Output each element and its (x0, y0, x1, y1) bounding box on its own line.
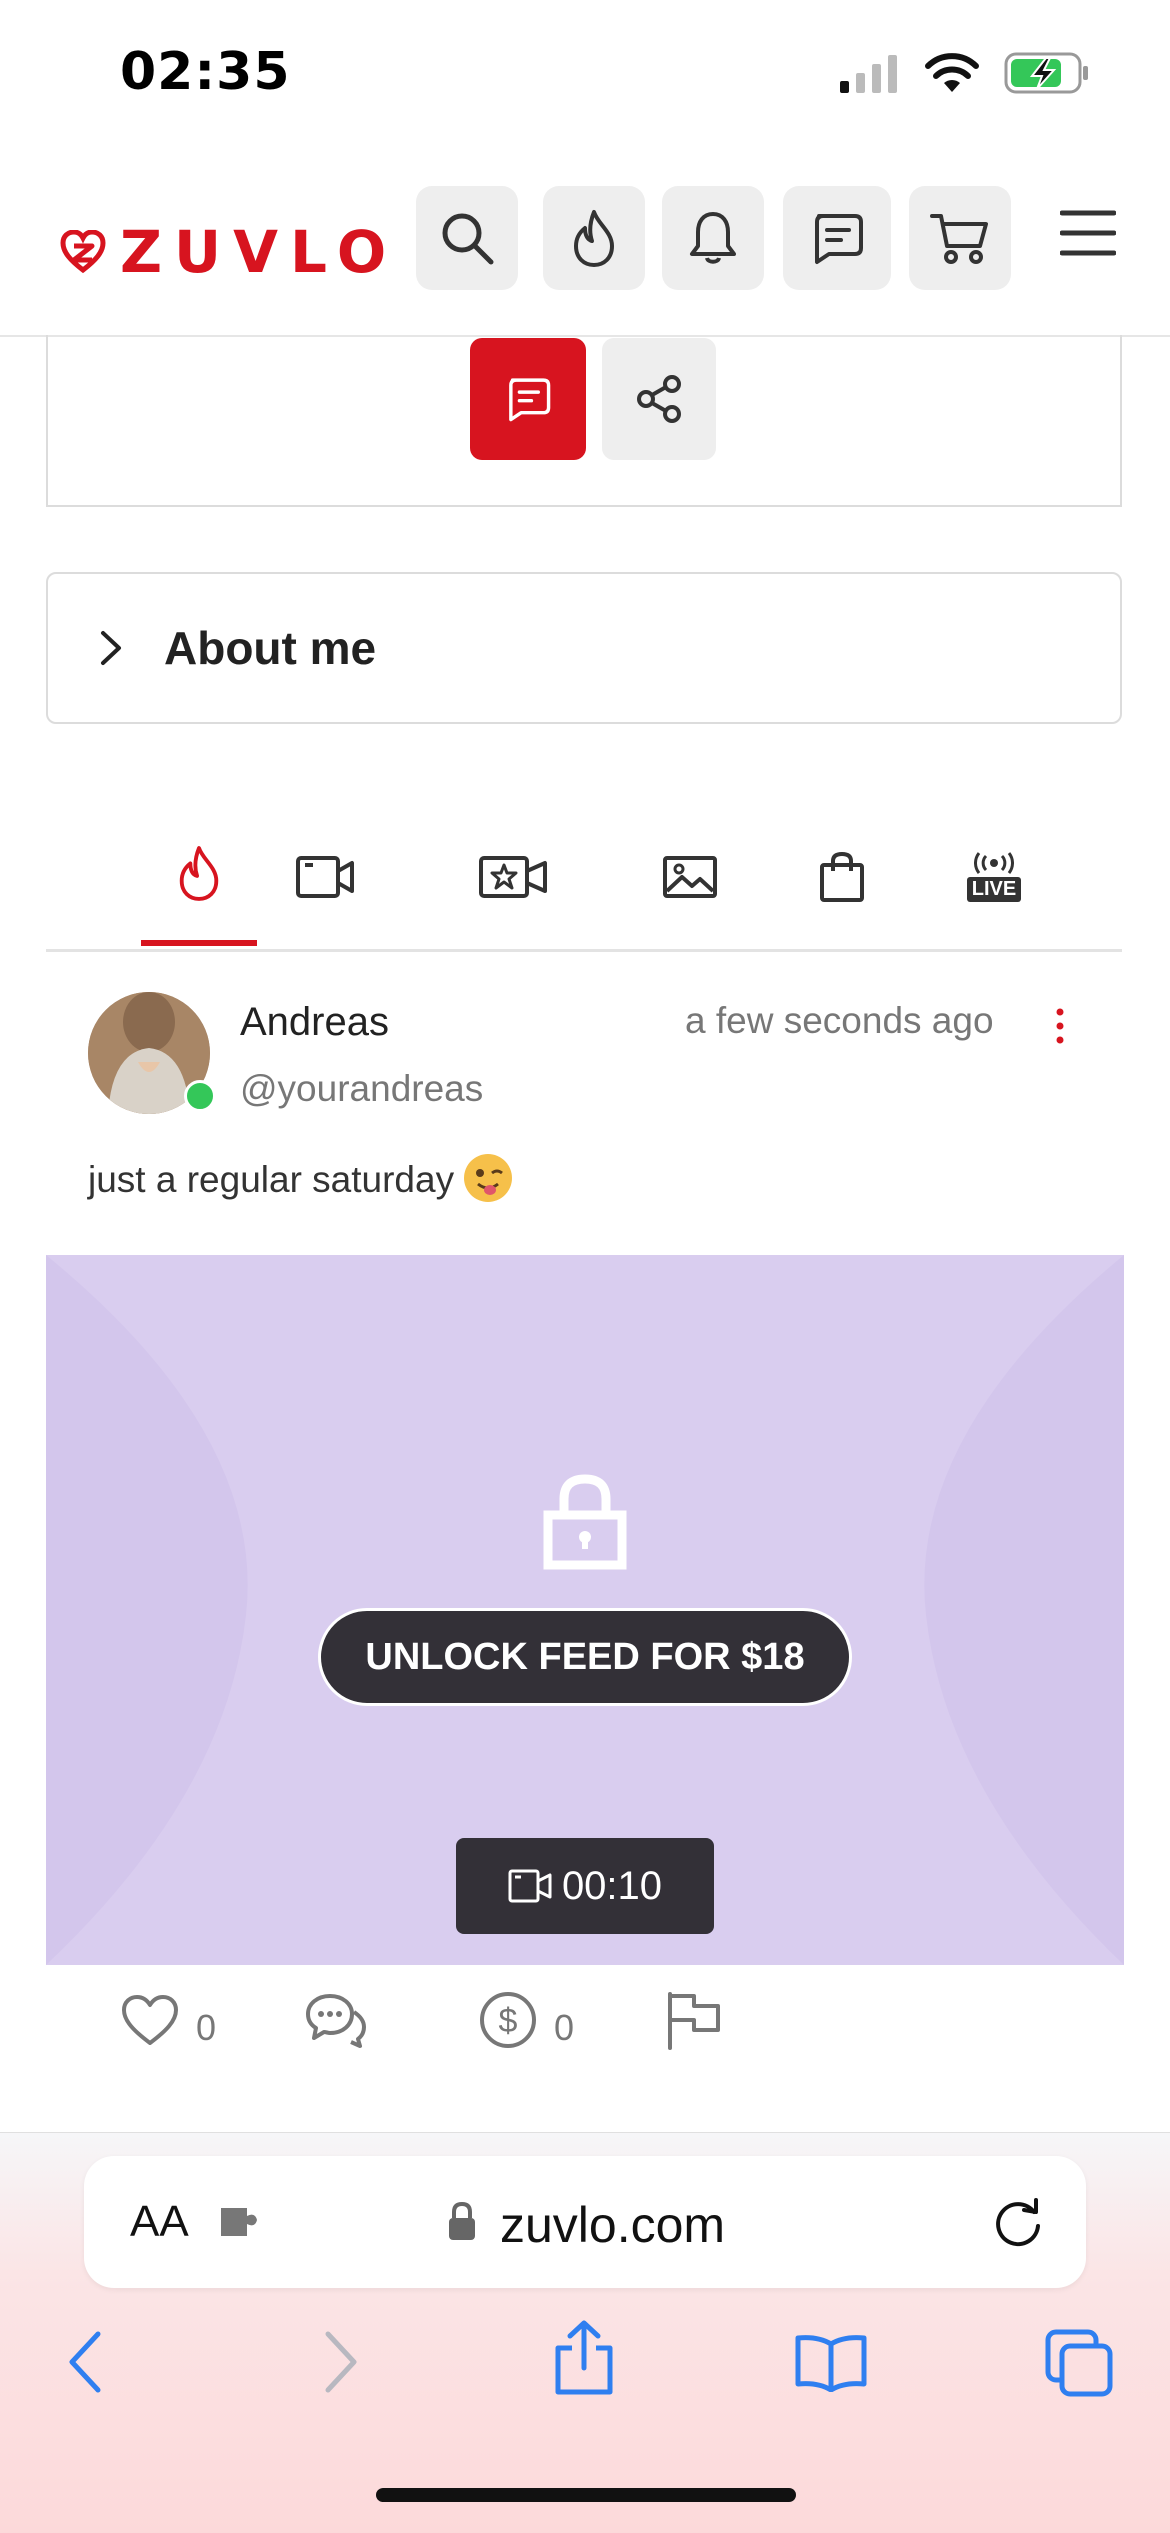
star-video-icon (479, 856, 547, 898)
status-icons (838, 52, 1090, 94)
cart-icon (930, 214, 988, 264)
winking-tongue-emoji-icon (464, 1154, 513, 1202)
about-me-title: About me (164, 622, 377, 674)
broadcast-icon (974, 852, 1014, 874)
menu-icon (1060, 210, 1116, 256)
post-options-button[interactable] (1052, 1006, 1068, 1046)
signal-icon (840, 55, 897, 93)
flame-icon (179, 845, 219, 901)
profile-tabs: LIVE (46, 805, 1122, 952)
home-indicator (376, 2488, 796, 2502)
kebab-menu-icon (1056, 1008, 1064, 1044)
online-status-dot (184, 1080, 216, 1112)
browser-navigation (0, 2320, 1170, 2410)
bookmarks-icon[interactable] (794, 2334, 868, 2392)
tabs-icon[interactable] (1044, 2328, 1114, 2398)
notifications-button[interactable] (662, 186, 764, 290)
send-message-button[interactable] (470, 338, 586, 460)
tab-feed[interactable] (141, 805, 257, 946)
heart-logo-icon (60, 230, 106, 274)
battery-icon (1004, 52, 1088, 94)
dollar-icon: $ (480, 1992, 537, 2048)
live-label: LIVE (966, 877, 1022, 902)
report-button[interactable] (664, 1990, 722, 2050)
video-icon (296, 856, 354, 898)
post-text: just a regular saturday (88, 1154, 513, 1206)
video-duration-badge: 00:10 (456, 1838, 714, 1934)
unlock-feed-button[interactable]: UNLOCK FEED FOR $18 (318, 1608, 852, 1706)
tip-count: 0 (554, 2007, 575, 2048)
message-icon (815, 214, 863, 264)
message-icon (509, 378, 551, 422)
flag-icon (668, 1992, 721, 2050)
live-icon: LIVE (966, 852, 1022, 902)
url-text[interactable]: zuvlo.com (500, 2196, 725, 2254)
reload-icon[interactable] (990, 2194, 1046, 2250)
image-icon (663, 856, 717, 898)
post-text-content: just a regular saturday (88, 1158, 455, 1200)
search-icon (442, 213, 494, 265)
post-author-name[interactable]: Andreas (240, 1000, 389, 1045)
flame-icon (574, 210, 614, 267)
search-button[interactable] (416, 186, 518, 290)
post-timestamp: a few seconds ago (685, 1000, 994, 1041)
video-icon (508, 1869, 552, 1903)
extension-icon[interactable] (217, 2202, 267, 2242)
reader-text-size-button[interactable]: AA (130, 2197, 189, 2247)
trending-button[interactable] (543, 186, 645, 290)
post-author-handle[interactable]: @yourandreas (240, 1068, 483, 1110)
share-icon (637, 375, 681, 423)
tab-videos[interactable] (267, 805, 383, 949)
svg-text:$: $ (499, 2002, 518, 2040)
share-button[interactable] (602, 338, 716, 460)
tab-photos[interactable] (632, 805, 748, 949)
bag-icon (820, 851, 864, 902)
about-me-section[interactable]: About me (46, 572, 1122, 724)
forward-icon[interactable] (320, 2330, 360, 2394)
tab-featured-videos[interactable] (455, 805, 571, 949)
share-sheet-icon[interactable] (552, 2320, 616, 2396)
like-count: 0 (196, 2007, 217, 2048)
comment-icon (306, 1994, 367, 2048)
status-time: 02:35 (120, 42, 291, 102)
tab-shop[interactable] (784, 805, 900, 949)
back-icon[interactable] (66, 2330, 106, 2394)
bell-icon (690, 212, 736, 264)
tip-button[interactable]: $ 0 (478, 1990, 574, 2050)
video-duration: 00:10 (561, 1863, 663, 1908)
post-actions: 0 $ 0 (120, 1990, 722, 2050)
tab-live[interactable]: LIVE (936, 805, 1052, 949)
wifi-icon (925, 53, 979, 92)
messages-button[interactable] (783, 186, 891, 290)
site-logo[interactable]: ZUVLO (60, 218, 398, 286)
menu-button[interactable] (1060, 208, 1116, 258)
heart-icon (122, 1995, 178, 2045)
cart-button[interactable] (909, 186, 1011, 290)
comment-button[interactable] (304, 1992, 368, 2048)
like-button[interactable]: 0 (120, 1991, 216, 2049)
chevron-right-icon (101, 631, 121, 665)
logo-text: ZUVLO (120, 218, 399, 286)
lock-icon (449, 2201, 475, 2240)
